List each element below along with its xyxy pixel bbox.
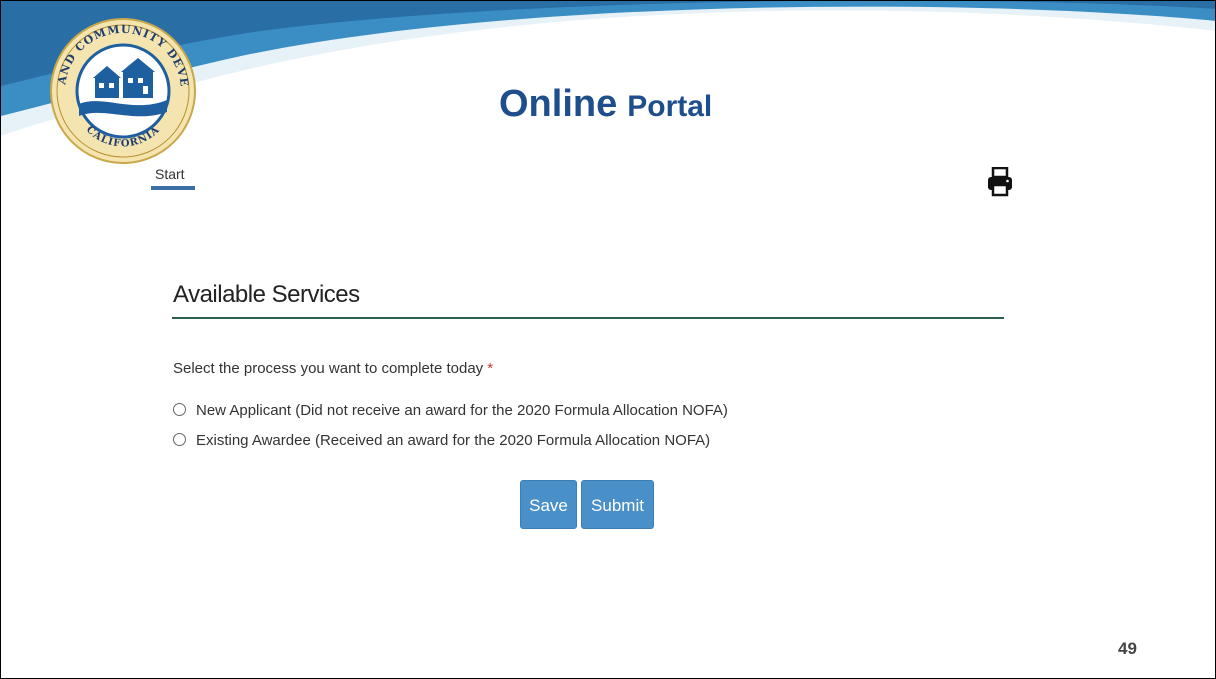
save-button[interactable]: Save <box>520 480 577 529</box>
radio-existing-awardee[interactable] <box>173 433 186 446</box>
process-question: Select the process you want to complete … <box>173 360 493 377</box>
option-existing-awardee[interactable]: Existing Awardee (Received an award for … <box>173 432 710 449</box>
tab-start-underline <box>151 186 195 190</box>
option-existing-awardee-label: Existing Awardee (Received an award for … <box>196 432 711 449</box>
radio-new-applicant[interactable] <box>173 403 186 416</box>
option-new-applicant-label: New Applicant (Did not receive an award … <box>196 402 728 419</box>
hcd-seal-logo: HOUSING AND COMMUNITY DEVELOPMENT CALIFO… <box>36 6 203 171</box>
slide-frame: HOUSING AND COMMUNITY DEVELOPMENT CALIFO… <box>0 0 1216 679</box>
title-portal: Portal <box>627 90 713 123</box>
page-title: Online Portal <box>499 83 712 126</box>
question-label: Select the process you want to complete … <box>173 360 484 377</box>
option-new-applicant[interactable]: New Applicant (Did not receive an award … <box>173 402 728 419</box>
slide-page-number: 49 <box>1118 639 1137 658</box>
printer-icon[interactable] <box>986 166 1014 197</box>
section-divider <box>172 317 1004 319</box>
submit-button[interactable]: Submit <box>581 480 654 529</box>
title-online: Online <box>499 83 618 125</box>
section-title: Available Services <box>173 281 360 308</box>
tab-start[interactable]: Start <box>155 166 185 182</box>
required-asterisk: * <box>487 360 494 377</box>
